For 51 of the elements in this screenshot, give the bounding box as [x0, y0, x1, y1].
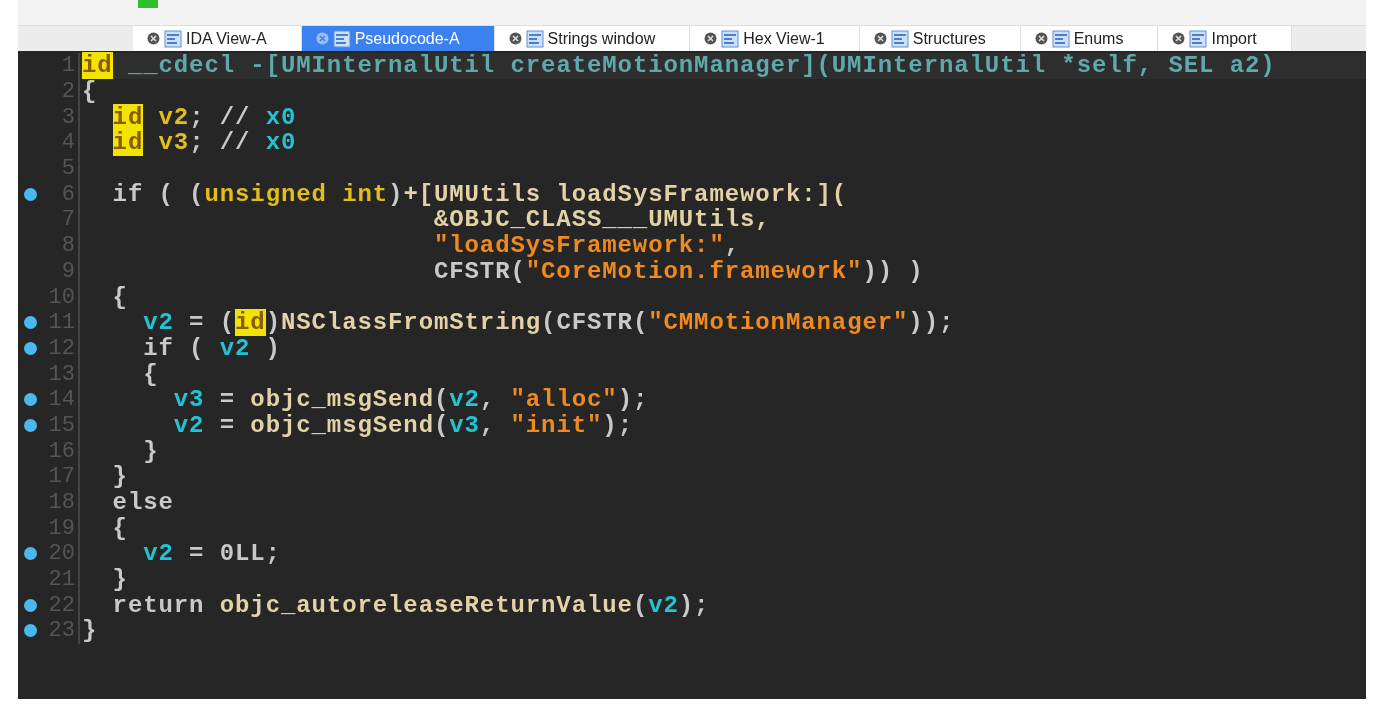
window-icon — [164, 29, 182, 48]
tab[interactable]: IDA View-A — [133, 26, 302, 51]
code-line: if ( (unsigned int)+[UMUtils loadSysFramework:]( — [112, 181, 848, 207]
tab[interactable]: Hex View-1 — [690, 26, 860, 51]
code-line: { — [112, 284, 128, 310]
legend-swatch-icon — [138, 0, 158, 8]
code-line: if ( v2 ) — [143, 335, 281, 361]
code-line: } — [143, 438, 159, 464]
code-line: &OBJC_CLASS___UMUtils, — [432, 207, 771, 233]
tab[interactable]: Structures — [859, 26, 1021, 51]
tab[interactable]: Pseudocode-A — [301, 26, 495, 51]
code-line: return objc_autoreleaseReturnValue(v2); — [112, 592, 710, 618]
close-icon[interactable] — [704, 32, 718, 45]
close-icon[interactable] — [1172, 32, 1186, 45]
close-icon[interactable] — [508, 32, 522, 45]
code-line: "loadSysFramework:", — [432, 233, 740, 259]
code-line: v2 = (id)NSClassFromString(CFSTR("CMMotionManager")); — [143, 310, 955, 336]
code-line: CFSTR("CoreMotion.framework")) ) — [432, 258, 924, 284]
breakpoint-dot[interactable] — [24, 341, 37, 355]
window-icon — [332, 29, 351, 48]
code-line: } — [112, 464, 128, 490]
breakpoint-dot[interactable] — [24, 316, 37, 330]
breakpoint-dot[interactable] — [24, 418, 37, 432]
breakpoint-dot[interactable] — [24, 187, 37, 201]
close-icon[interactable] — [1034, 32, 1048, 45]
code-line: v2 = objc_msgSend(v3, "init"); — [173, 412, 633, 438]
code-line: } — [112, 567, 128, 593]
breakpoint-dot[interactable] — [24, 393, 37, 407]
code-line: } — [82, 618, 98, 644]
code-line: v3 = objc_msgSend(v2, "alloc"); — [173, 387, 649, 413]
tab[interactable]: Strings window — [494, 26, 691, 51]
tab[interactable]: Import — [1158, 26, 1292, 51]
window-icon — [1189, 29, 1208, 48]
breakpoint-dot[interactable] — [24, 624, 37, 638]
code-line: id v3; // x0 — [112, 130, 297, 156]
code-line: v2 = 0LL; — [143, 541, 281, 567]
window-icon — [721, 29, 740, 48]
tab[interactable]: Enums — [1020, 26, 1159, 51]
code-line: { — [143, 361, 159, 387]
window-icon — [525, 29, 544, 48]
window-icon — [1051, 29, 1070, 48]
close-icon[interactable] — [147, 32, 160, 45]
code-line: { — [112, 515, 128, 541]
code-line: id __cdecl -[UMInternalUtil createMotionManager](UMInternalUtil *self, SEL a2) — [82, 53, 1276, 79]
code-line: id v2; // x0 — [112, 104, 297, 130]
code-line: { — [82, 79, 98, 105]
breakpoint-dot[interactable] — [24, 547, 37, 561]
breakpoint-dot[interactable] — [24, 598, 37, 612]
window-icon — [890, 29, 909, 48]
close-icon[interactable] — [873, 32, 887, 45]
code-line: else — [112, 490, 174, 516]
